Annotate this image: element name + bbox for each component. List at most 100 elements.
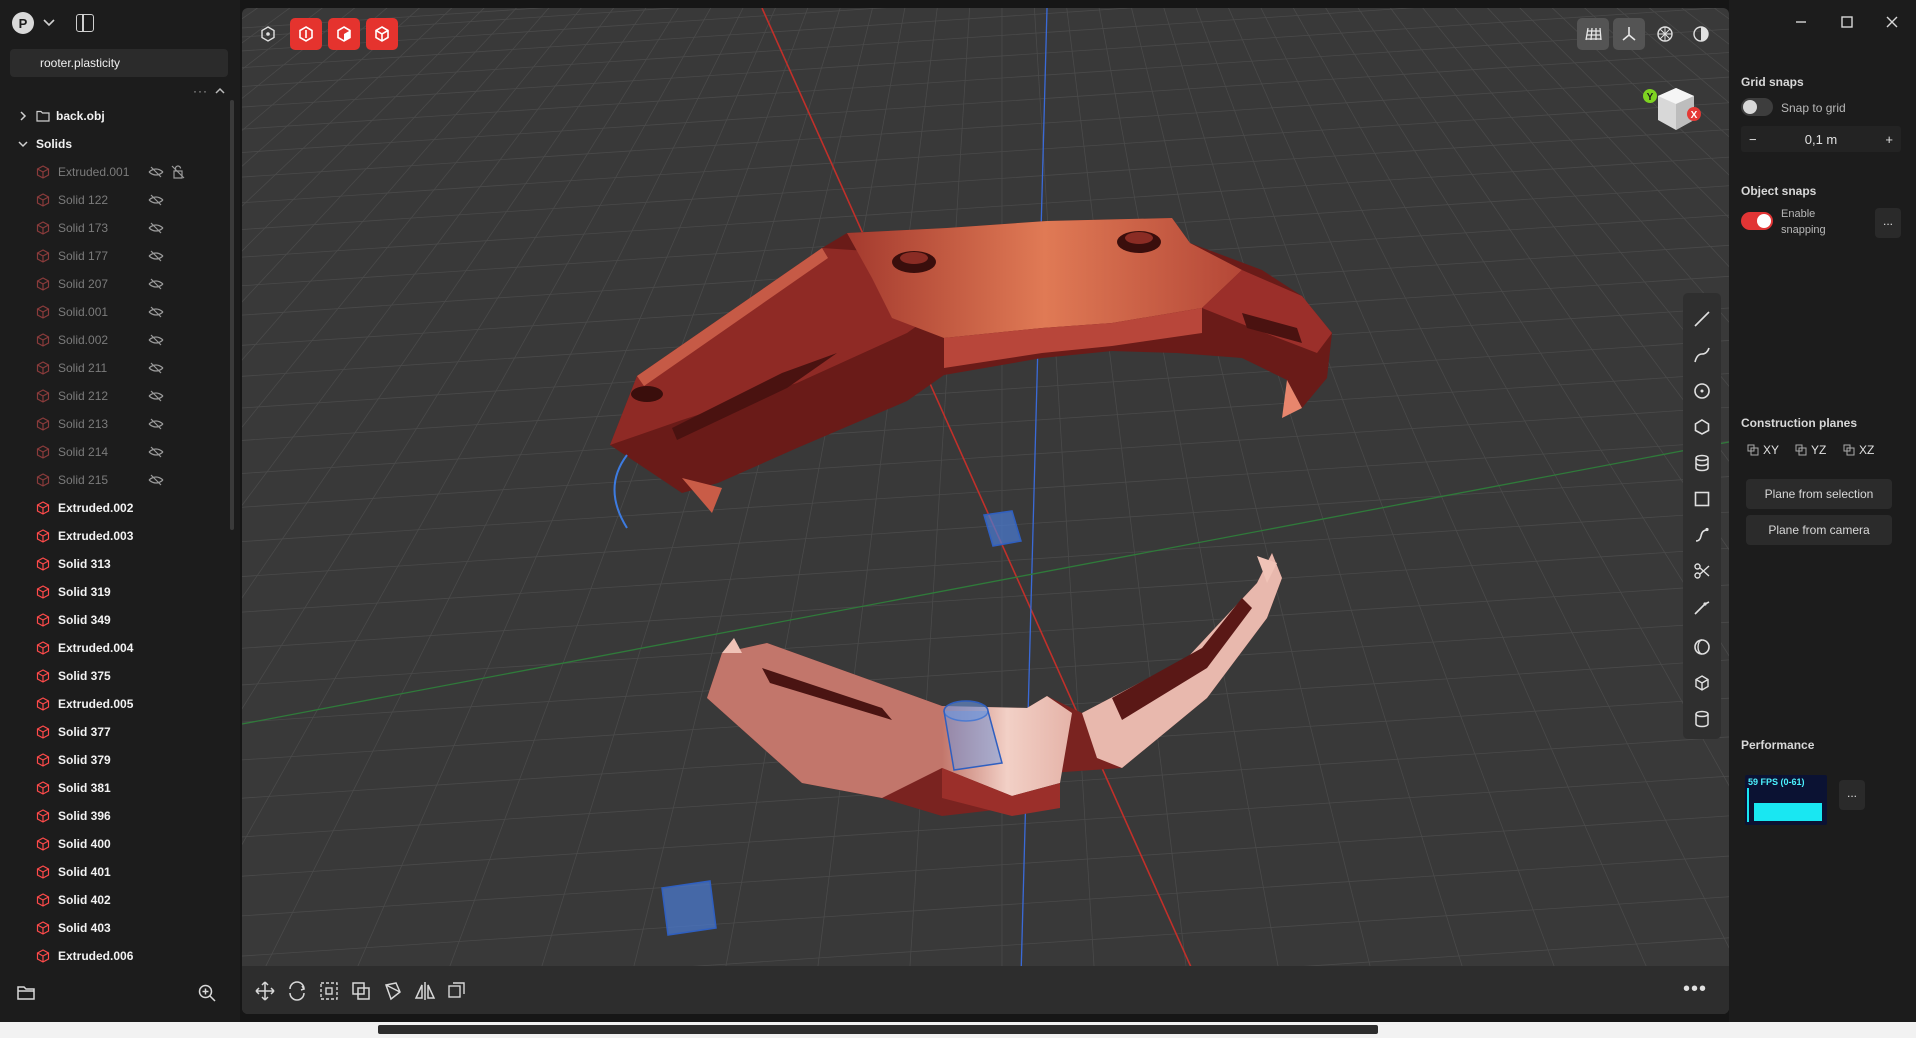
lower-bumper-solid[interactable] [707, 553, 1282, 816]
outliner-item[interactable]: Extruded.002 [0, 494, 230, 522]
snap-options-button[interactable]: ... [1875, 208, 1901, 238]
outliner-item[interactable]: Solid 122 [0, 186, 230, 214]
outliner-item[interactable]: Extruded.001 [0, 158, 230, 186]
select-face-button[interactable] [328, 18, 360, 50]
grid-toggle-button[interactable] [1577, 18, 1609, 50]
eye-off-icon[interactable] [148, 305, 164, 319]
outliner-item[interactable]: Solid 402 [0, 886, 230, 914]
outliner-item[interactable]: Solid 375 [0, 662, 230, 690]
eye-off-icon[interactable] [148, 193, 164, 207]
horizontal-scrollbar[interactable] [0, 1022, 1916, 1038]
outliner-item[interactable]: Solid 401 [0, 858, 230, 886]
cylinder-tool[interactable] [1687, 445, 1717, 481]
outliner-folder[interactable]: back.obj [0, 102, 230, 130]
enable-snapping-toggle[interactable] [1741, 212, 1773, 230]
rectangle-tool[interactable] [1687, 481, 1717, 517]
outliner-item[interactable]: Solid 177 [0, 242, 230, 270]
axes-toggle-button[interactable] [1613, 18, 1645, 50]
snap-to-grid-toggle[interactable] [1741, 98, 1773, 116]
scale-icon[interactable] [318, 980, 340, 1002]
outliner-item[interactable]: Solid 215 [0, 466, 230, 494]
file-tab[interactable]: rooter.plasticity [10, 49, 228, 77]
outliner-item[interactable]: Solid 214 [0, 438, 230, 466]
chevron-down-icon[interactable] [18, 139, 28, 149]
outliner-item[interactable]: Extruded.006 [0, 942, 230, 964]
outliner-item[interactable]: Solid 396 [0, 802, 230, 830]
outliner-item[interactable]: Solid 319 [0, 578, 230, 606]
tree-options-button[interactable]: ··· [193, 84, 208, 98]
maximize-icon[interactable] [1839, 14, 1855, 30]
eye-off-icon[interactable] [148, 277, 164, 291]
outliner-scrollbar[interactable] [230, 100, 234, 530]
extend-tool[interactable] [1687, 589, 1717, 625]
chevron-right-icon[interactable] [18, 111, 28, 121]
plane-from-camera-button[interactable]: Plane from camera [1746, 515, 1892, 545]
outliner-item[interactable]: Solid 381 [0, 774, 230, 802]
chevron-up-icon[interactable] [214, 84, 226, 96]
increment-button[interactable]: + [1885, 132, 1893, 147]
zoom-icon[interactable] [197, 983, 217, 1003]
eye-off-icon[interactable] [148, 445, 164, 459]
plane-gizmo-bottom[interactable] [661, 880, 717, 936]
curve-tool[interactable] [1687, 337, 1717, 373]
pivot-icon[interactable] [382, 980, 404, 1002]
outliner-item[interactable]: Solid 403 [0, 914, 230, 942]
outliner-item[interactable]: Solid 377 [0, 718, 230, 746]
avatar[interactable]: P [12, 12, 34, 34]
chevron-down-icon[interactable] [42, 16, 56, 30]
outliner-group[interactable]: Solids [0, 130, 230, 158]
eye-off-icon[interactable] [148, 221, 164, 235]
3d-viewport[interactable]: Y X ••• [242, 8, 1729, 1014]
select-vertex-button[interactable] [252, 18, 284, 50]
duplicate-icon[interactable] [350, 980, 372, 1002]
eye-off-icon[interactable] [148, 165, 164, 179]
plane-from-selection-button[interactable]: Plane from selection [1746, 479, 1892, 509]
outliner-item[interactable]: Solid 313 [0, 550, 230, 578]
close-icon[interactable] [1884, 14, 1900, 30]
scrollbar-thumb[interactable] [378, 1025, 1378, 1034]
outliner-item[interactable]: Solid 211 [0, 354, 230, 382]
minimize-icon[interactable] [1793, 14, 1809, 30]
navigation-cube[interactable]: Y X [1642, 78, 1702, 138]
outliner-item[interactable]: Solid 349 [0, 606, 230, 634]
select-edge-button[interactable] [290, 18, 322, 50]
eye-off-icon[interactable] [148, 389, 164, 403]
cylinder-solid-tool[interactable] [1687, 701, 1717, 737]
plane-gizmo-mid[interactable] [983, 510, 1022, 547]
trim-tool[interactable] [1687, 553, 1717, 589]
outliner-item[interactable]: Extruded.003 [0, 522, 230, 550]
rotate-icon[interactable] [286, 980, 308, 1002]
viewport-scene[interactable] [242, 8, 1729, 1014]
folder-icon[interactable] [16, 984, 36, 1002]
xray-toggle-button[interactable] [1685, 18, 1717, 50]
line-tool[interactable] [1687, 301, 1717, 337]
outliner-item[interactable]: Solid 400 [0, 830, 230, 858]
eye-off-icon[interactable] [148, 333, 164, 347]
circle-tool[interactable] [1687, 373, 1717, 409]
plane-xz[interactable]: XZ [1843, 443, 1874, 457]
performance-options-button[interactable]: ... [1839, 780, 1865, 810]
select-solid-button[interactable] [366, 18, 398, 50]
render-mode-button[interactable] [1649, 18, 1681, 50]
eye-off-icon[interactable] [148, 473, 164, 487]
toggle-sidebar-icon[interactable] [76, 14, 94, 32]
outliner-item[interactable]: Solid 207 [0, 270, 230, 298]
plane-yz[interactable]: YZ [1795, 443, 1826, 457]
path-tool[interactable] [1687, 517, 1717, 553]
upper-bumper-solid[interactable] [610, 218, 1332, 513]
move-icon[interactable] [254, 980, 276, 1002]
outliner-item[interactable]: Solid 212 [0, 382, 230, 410]
lock-off-icon[interactable] [170, 164, 186, 180]
outliner-item[interactable]: Solid 173 [0, 214, 230, 242]
shell-tool[interactable] [1687, 629, 1717, 665]
polygon-tool[interactable] [1687, 409, 1717, 445]
grid-size-value[interactable]: 0,1 m [1805, 132, 1838, 147]
outliner-item[interactable]: Solid 379 [0, 746, 230, 774]
eye-off-icon[interactable] [148, 361, 164, 375]
outliner-item[interactable]: Solid.002 [0, 326, 230, 354]
plane-xy[interactable]: XY [1747, 443, 1779, 457]
eye-off-icon[interactable] [148, 417, 164, 431]
outliner-item[interactable]: Extruded.004 [0, 634, 230, 662]
array-icon[interactable] [446, 980, 468, 1002]
more-options-button[interactable]: ••• [1683, 978, 1707, 1001]
